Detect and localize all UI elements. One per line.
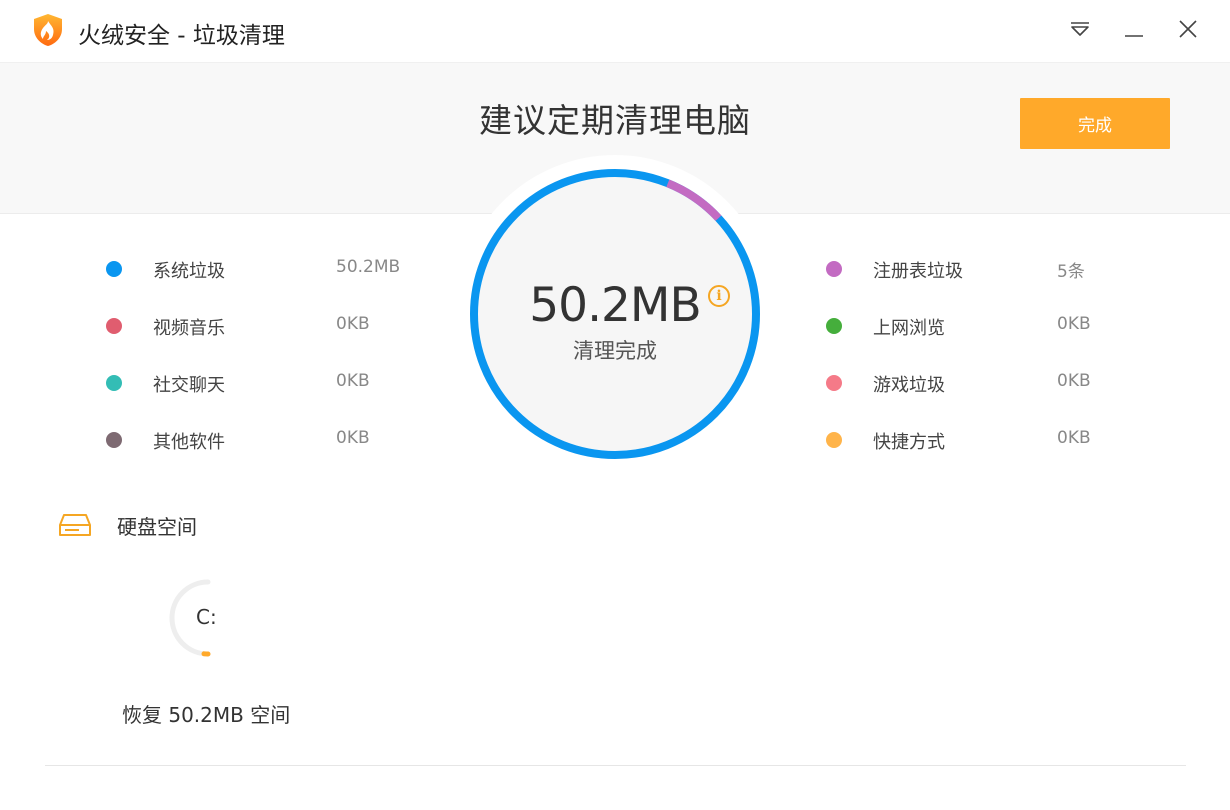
category-name: 其他软件 — [153, 432, 225, 453]
category-name: 注册表垃圾 — [873, 261, 963, 282]
close-button[interactable] — [1173, 14, 1203, 44]
title-bar: 火绒安全 - 垃圾清理 — [0, 0, 1230, 62]
category-size: 0KB — [1057, 428, 1091, 448]
total-cleaned-size: 50.2MB — [529, 278, 701, 333]
close-icon — [1179, 20, 1197, 38]
category-color-dot — [106, 375, 122, 391]
category-size: 0KB — [336, 371, 370, 391]
category-name: 系统垃圾 — [153, 261, 225, 282]
category-color-dot — [106, 318, 122, 334]
category-size: 0KB — [1057, 371, 1091, 391]
minimize-button[interactable] — [1119, 14, 1149, 44]
info-icon[interactable]: i — [708, 285, 730, 307]
drive-letter: C: — [196, 605, 217, 629]
clean-summary-ring: 50.2MB i 清理完成 — [456, 155, 774, 473]
clean-status-text: 清理完成 — [573, 339, 657, 363]
category-row: 注册表垃圾 5条 — [826, 254, 1126, 284]
menu-button[interactable] — [1065, 14, 1095, 44]
category-row: 其他软件 0KB — [106, 425, 406, 455]
category-row: 社交聊天 0KB — [106, 368, 406, 398]
bottom-divider — [45, 765, 1186, 766]
category-size: 0KB — [336, 314, 370, 334]
category-color-dot — [826, 375, 842, 391]
category-row: 系统垃圾 50.2MB — [106, 254, 406, 284]
category-row: 游戏垃圾 0KB — [826, 368, 1126, 398]
category-size: 0KB — [1057, 314, 1091, 334]
category-size: 5条 — [1057, 262, 1085, 282]
category-name: 上网浏览 — [873, 318, 945, 339]
category-color-dot — [826, 318, 842, 334]
category-color-dot — [106, 261, 122, 277]
category-color-dot — [106, 432, 122, 448]
category-name: 社交聊天 — [153, 375, 225, 396]
category-color-dot — [826, 261, 842, 277]
category-name: 游戏垃圾 — [873, 375, 945, 396]
category-size: 0KB — [336, 428, 370, 448]
dropdown-triangle-icon — [1071, 22, 1089, 36]
category-name: 快捷方式 — [873, 432, 945, 453]
category-size: 50.2MB — [336, 257, 401, 277]
hard-drive-icon — [59, 514, 91, 536]
recovered-space-text: 恢复 50.2MB 空间 — [122, 703, 291, 727]
category-name: 视频音乐 — [153, 318, 225, 339]
done-button[interactable]: 完成 — [1020, 98, 1170, 149]
category-color-dot — [826, 432, 842, 448]
disk-space-title: 硬盘空间 — [117, 515, 197, 539]
huorong-logo-icon — [34, 14, 62, 46]
minimize-icon — [1125, 35, 1143, 37]
window-title: 火绒安全 - 垃圾清理 — [78, 23, 285, 49]
category-row: 上网浏览 0KB — [826, 311, 1126, 341]
category-row: 视频音乐 0KB — [106, 311, 406, 341]
category-row: 快捷方式 0KB — [826, 425, 1126, 455]
